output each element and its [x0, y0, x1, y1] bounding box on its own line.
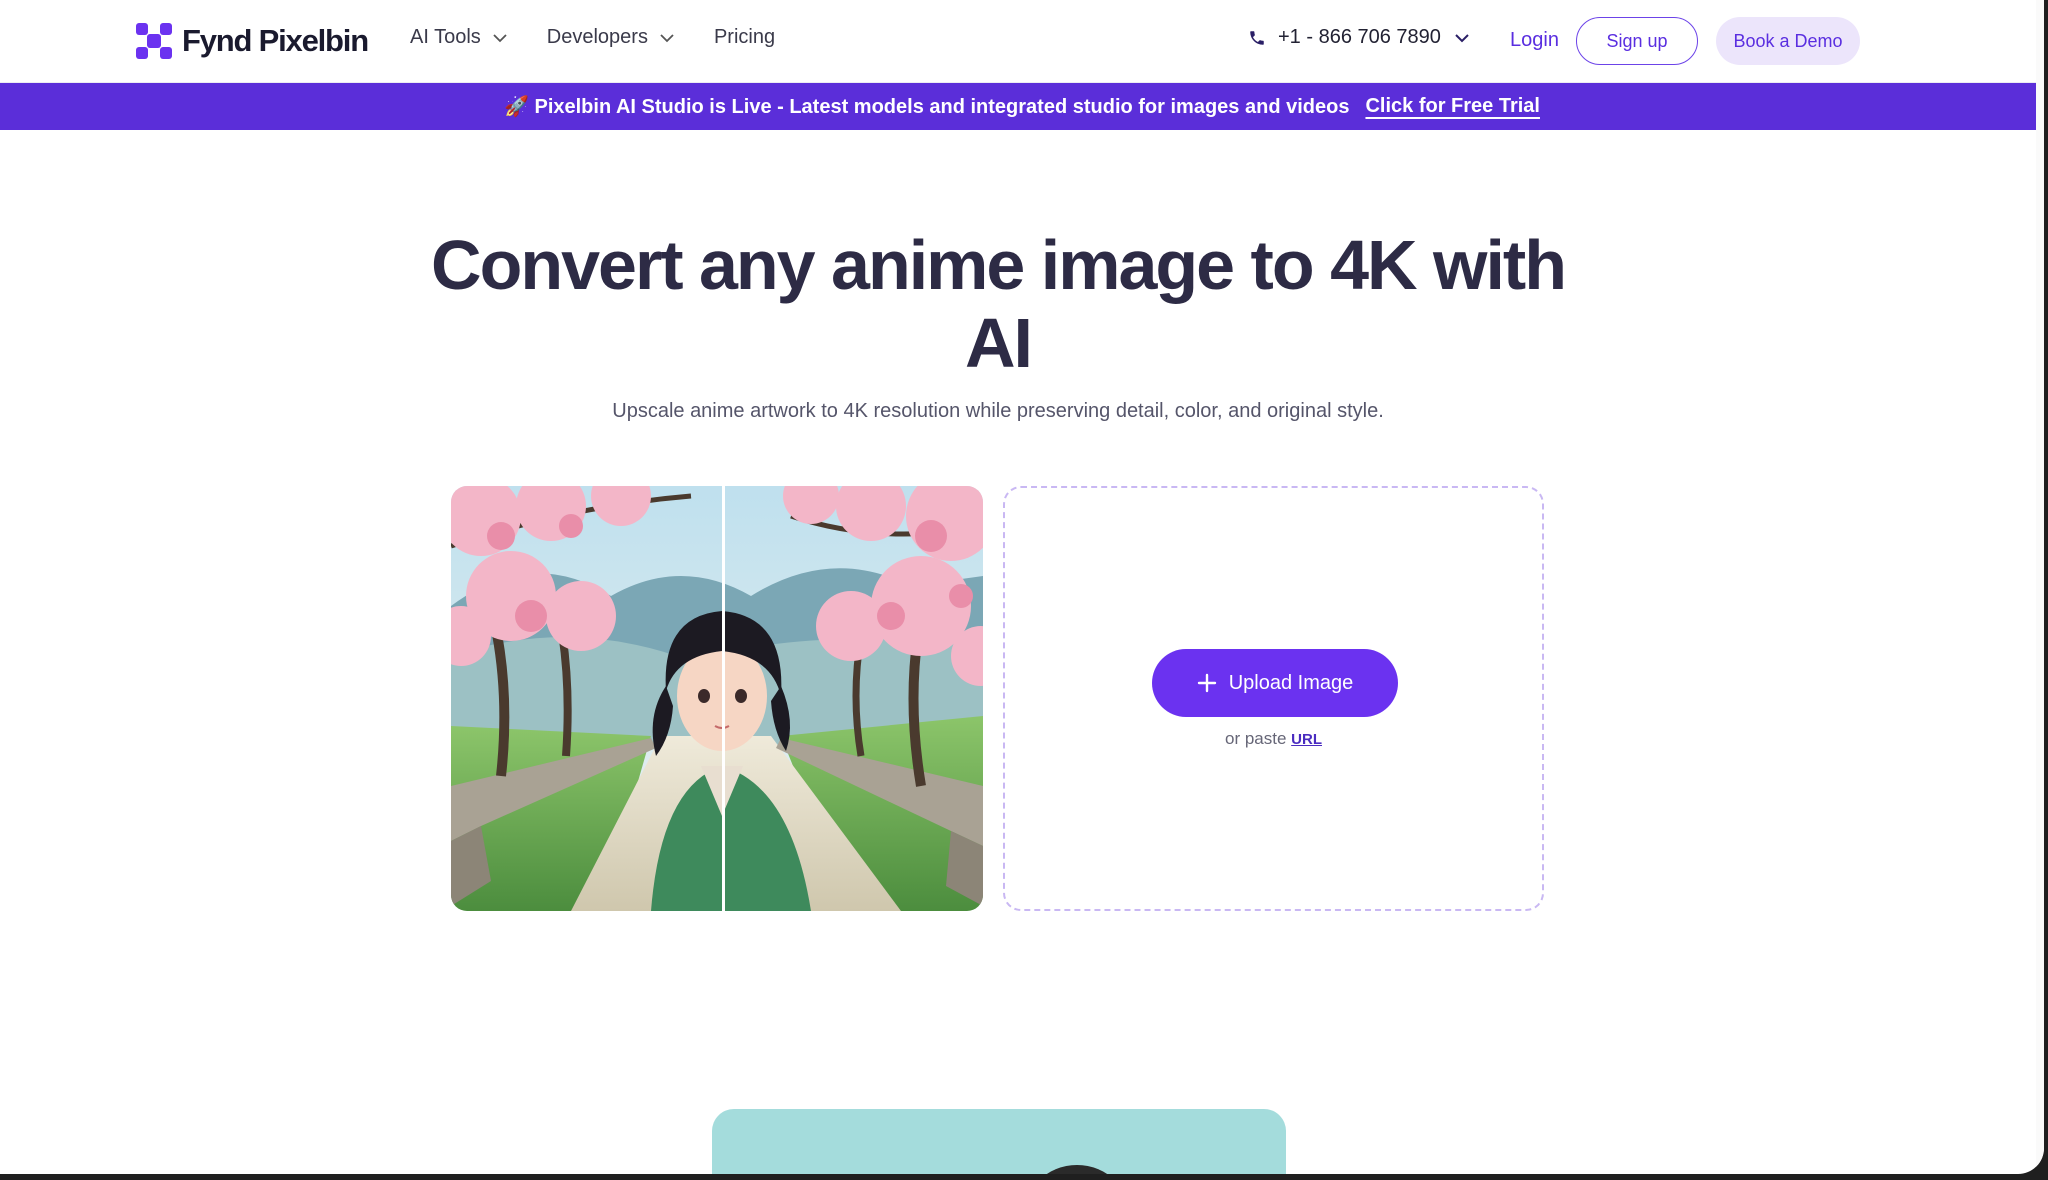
preview-subject — [1022, 1165, 1132, 1174]
banner-text: 🚀 Pixelbin AI Studio is Live - Latest mo… — [504, 96, 1350, 118]
top-navigation: Fynd Pixelbin AI Tools Developers Pricin… — [0, 0, 2044, 83]
upload-dropzone[interactable]: Upload Image or paste URL — [1003, 486, 1544, 911]
page-title: Convert any anime image to 4K with AI — [431, 226, 1567, 382]
chevron-down-icon — [1455, 33, 1469, 42]
login-link[interactable]: Login — [1510, 29, 1559, 52]
book-demo-button[interactable]: Book a Demo — [1716, 17, 1860, 65]
comparison-slider-handle[interactable] — [722, 486, 725, 911]
phone-icon — [1250, 30, 1264, 45]
next-section-preview-image — [712, 1109, 1286, 1174]
before-after-comparison[interactable] — [451, 486, 983, 911]
nav-item-pricing[interactable]: Pricing — [714, 26, 775, 49]
paste-url-hint: or paste URL — [1225, 729, 1322, 748]
plus-icon — [1197, 673, 1216, 693]
nav-item-ai-tools[interactable]: AI Tools — [410, 26, 509, 49]
nav-item-label: Pricing — [713, 26, 776, 48]
signup-button[interactable]: Sign up — [1576, 17, 1698, 65]
phone-number: +1 - 866 706 7890 — [1278, 26, 1441, 48]
page-scrollbar[interactable] — [2036, 0, 2044, 1174]
chevron-down-icon — [493, 33, 507, 42]
upload-image-button[interactable]: Upload Image — [1152, 649, 1398, 717]
logo[interactable]: Fynd Pixelbin — [134, 21, 369, 61]
pixelbin-logo-icon — [136, 23, 172, 59]
page-subtitle: Upscale anime artwork to 4K resolution w… — [612, 400, 1384, 422]
nav-item-label: AI Tools — [410, 26, 481, 48]
announcement-banner: 🚀 Pixelbin AI Studio is Live - Latest mo… — [0, 83, 2044, 130]
paste-url-link[interactable]: URL — [1291, 731, 1322, 748]
logo-text: Fynd Pixelbin — [182, 23, 369, 58]
upload-button-label: Upload Image — [1228, 671, 1354, 694]
nav-item-developers[interactable]: Developers — [547, 26, 676, 49]
browser-page: Fynd Pixelbin AI Tools Developers Pricin… — [0, 0, 2044, 1174]
phone-dropdown[interactable]: +1 - 866 706 7890 — [1248, 26, 1471, 49]
rocket-icon: 🚀 — [504, 96, 529, 118]
free-trial-link[interactable]: Click for Free Trial — [1365, 95, 1540, 118]
anime-sample-image — [451, 486, 983, 911]
nav-item-label: Developers — [546, 26, 648, 48]
chevron-down-icon — [660, 33, 674, 42]
nav-links: AI Tools Developers Pricing — [410, 26, 775, 49]
